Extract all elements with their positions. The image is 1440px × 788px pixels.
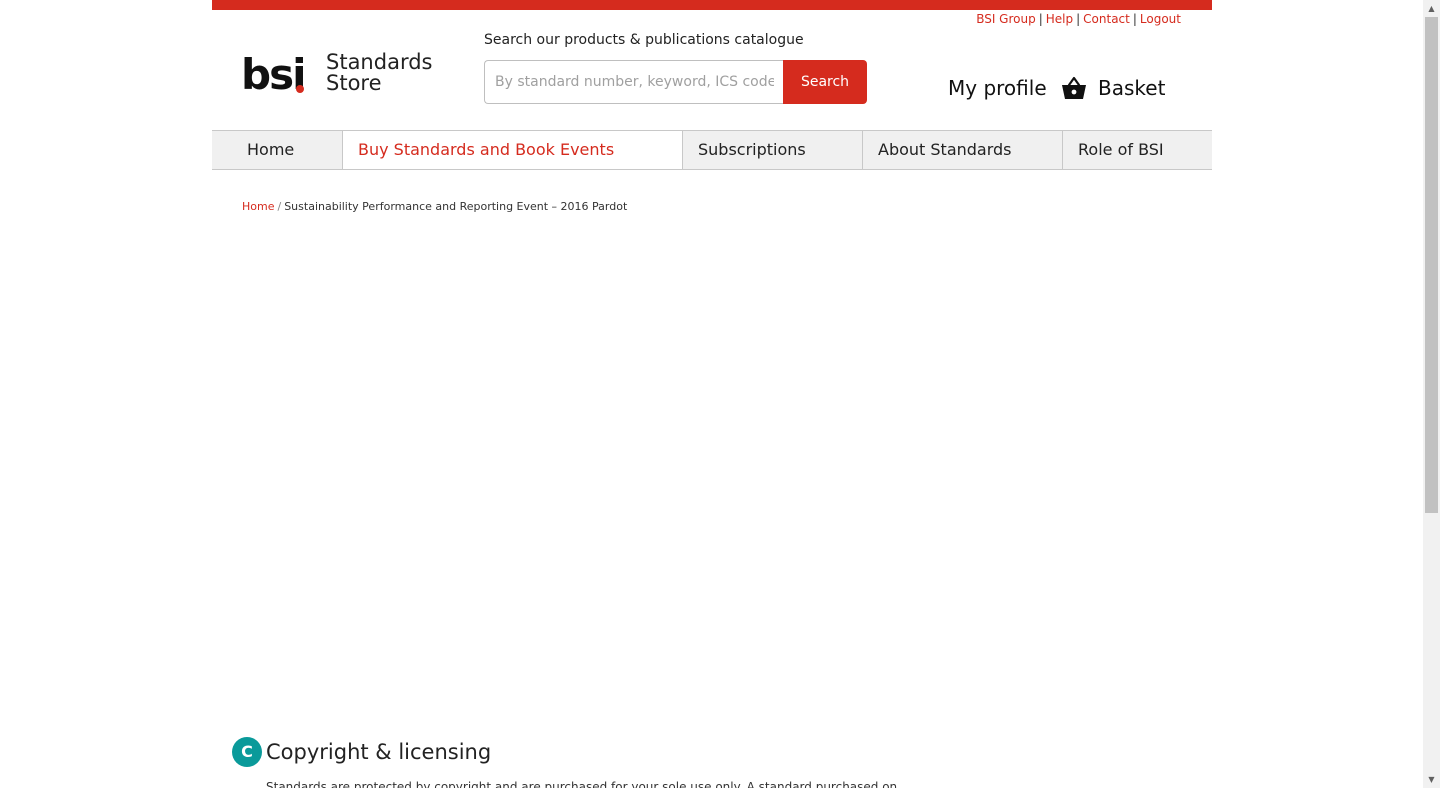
- utility-links: BSI Group | Help | Contact | Logout: [976, 12, 1181, 26]
- search-label: Search our products & publications catal…: [484, 32, 804, 48]
- separator: |: [1038, 12, 1043, 26]
- scroll-up-arrow-icon[interactable]: ▲: [1423, 0, 1440, 17]
- scroll-down-arrow-icon[interactable]: ▼: [1423, 771, 1440, 788]
- search-input[interactable]: [484, 60, 784, 104]
- my-profile-link[interactable]: My profile: [948, 76, 1047, 100]
- vertical-scrollbar[interactable]: ▲ ▼: [1423, 0, 1440, 788]
- copyright-icon: C: [232, 737, 262, 767]
- bsi-standards-store-logo[interactable]: bsi Standards Store: [241, 50, 432, 100]
- separator: |: [1076, 12, 1081, 26]
- nav-item-buy-standards[interactable]: Buy Standards and Book Events: [342, 131, 682, 169]
- search-button[interactable]: Search: [783, 60, 867, 104]
- basket-label: Basket: [1098, 76, 1166, 100]
- logo-dot: [296, 85, 304, 93]
- basket-icon: [1062, 76, 1086, 99]
- basket-link[interactable]: Basket: [1060, 72, 1165, 104]
- top-accent-bar: [212, 0, 1212, 10]
- copyright-title: Copyright & licensing: [266, 740, 492, 764]
- breadcrumb-separator: /: [277, 200, 282, 213]
- logo-mark: bsi: [241, 50, 306, 99]
- main-navigation: Home Buy Standards and Book Events Subsc…: [212, 130, 1212, 170]
- contact-link[interactable]: Contact: [1083, 12, 1130, 26]
- copyright-text: Standards are protected by copyright and…: [266, 780, 898, 788]
- scroll-thumb[interactable]: [1425, 17, 1438, 513]
- copyright-heading: C Copyright & licensing: [232, 737, 491, 767]
- help-link[interactable]: Help: [1046, 12, 1073, 26]
- nav-item-home[interactable]: Home: [212, 131, 342, 169]
- page: BSI Group | Help | Contact | Logout bsi Standa…: [0, 0, 1440, 788]
- logout-link[interactable]: Logout: [1140, 12, 1181, 26]
- separator: |: [1132, 12, 1137, 26]
- logo-line-2: Store: [326, 71, 382, 95]
- logo-text: Standards Store: [326, 52, 432, 94]
- nav-item-about-standards[interactable]: About Standards: [862, 131, 1062, 169]
- bsi-group-link[interactable]: BSI Group: [976, 12, 1036, 26]
- breadcrumb: Home / Sustainability Performance and Repo…: [242, 200, 627, 213]
- main-container: BSI Group | Help | Contact | Logout bsi Standa…: [212, 0, 1212, 788]
- nav-item-subscriptions[interactable]: Subscriptions: [682, 131, 862, 169]
- nav-item-role-of-bsi[interactable]: Role of BSI: [1062, 131, 1212, 169]
- breadcrumb-home-link[interactable]: Home: [242, 200, 274, 213]
- breadcrumb-current: Sustainability Performance and Reporting…: [284, 200, 628, 213]
